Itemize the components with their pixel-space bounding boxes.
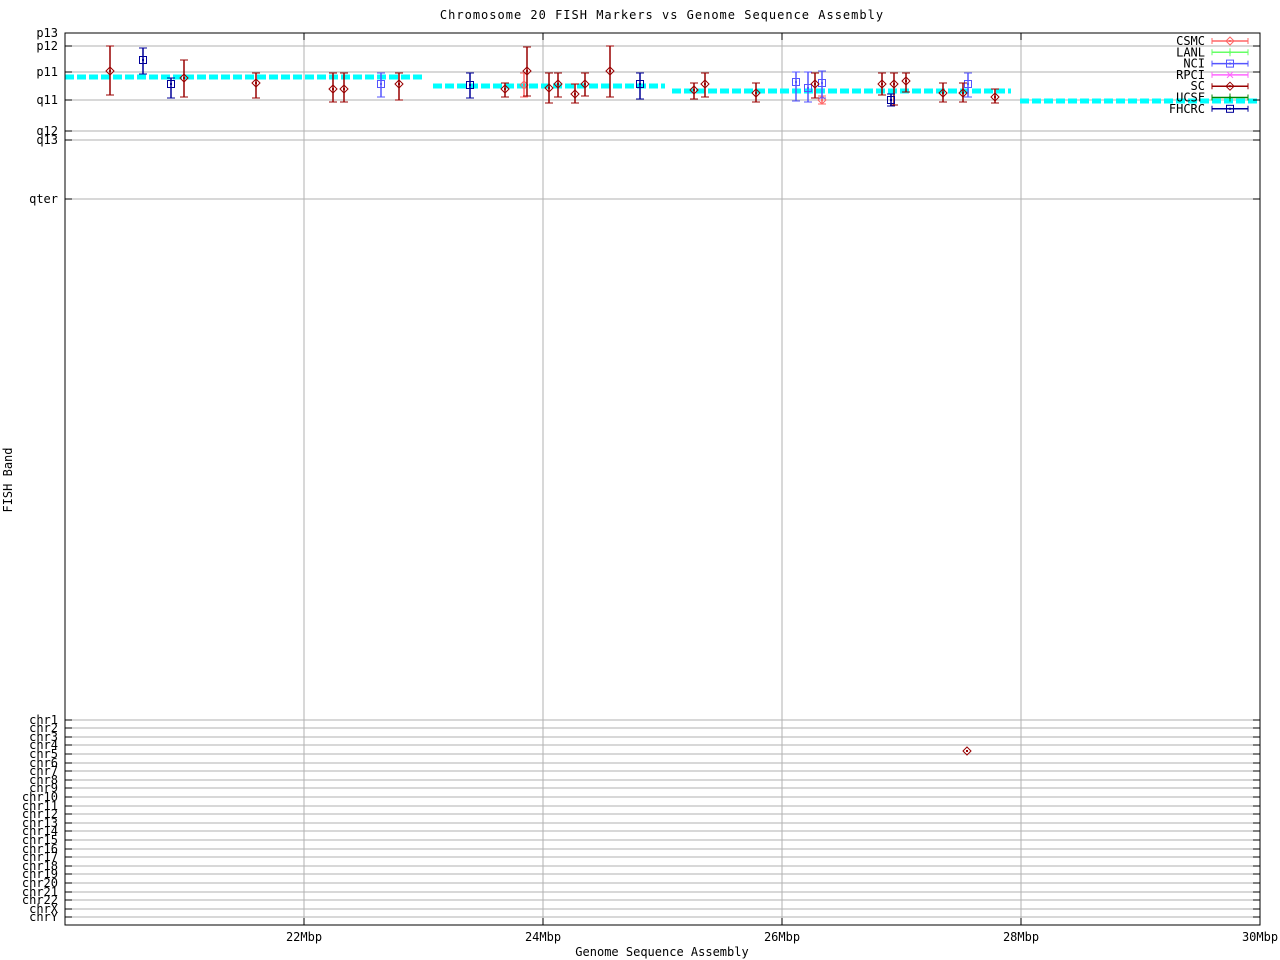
point-SC-12-marker-dot xyxy=(584,83,586,85)
point-FHCRC-3-marker-dot xyxy=(469,84,471,86)
point-SC-16-marker-dot xyxy=(755,92,757,94)
plot-frame xyxy=(65,33,1260,925)
point-NCI-4-marker-dot xyxy=(821,82,823,84)
legend-marker-LANL-dot xyxy=(1229,51,1231,53)
ytick-label-q11: q11 xyxy=(36,93,58,107)
point-SC-17-marker-dot xyxy=(814,83,816,85)
ytick-label-chrY: chrY xyxy=(29,910,59,924)
point-SC-1-marker-dot xyxy=(109,70,111,72)
ytick-label-p12: p12 xyxy=(36,39,58,53)
chart-title: Chromosome 20 FISH Markers vs Genome Seq… xyxy=(440,8,884,22)
point-SC-21-marker-dot xyxy=(942,92,944,94)
point-SC-24-marker-dot xyxy=(966,750,968,752)
y-axis-title: FISH Band xyxy=(1,447,15,512)
legend-label-FHCRC: FHCRC xyxy=(1169,102,1205,116)
ytick-label-q13: q13 xyxy=(36,133,58,147)
point-SC-18-marker-dot xyxy=(881,83,883,85)
point-FHCRC-4-marker-dot xyxy=(639,83,641,85)
point-NCI-2-marker-dot xyxy=(795,81,797,83)
point-SC-5-marker-dot xyxy=(343,88,345,90)
point-CSMC-2-marker-dot xyxy=(821,99,823,101)
point-SC-19-marker-dot xyxy=(893,83,895,85)
point-SC-7-marker-dot xyxy=(504,88,506,90)
point-SC-9-marker-dot xyxy=(548,87,550,89)
legend-marker-NCI-dot xyxy=(1229,63,1231,65)
point-FHCRC-5-marker-dot xyxy=(890,99,892,101)
legend-marker-SC-dot xyxy=(1229,85,1231,87)
xtick-label-30Mbp: 30Mbp xyxy=(1242,930,1278,944)
fish-marker-plot-page: p13p12p11q11q12q13qterchr1chr2chr3chr4ch… xyxy=(0,0,1280,960)
point-CSMC-1-marker-dot xyxy=(523,84,525,86)
ytick-label-p13: p13 xyxy=(36,26,58,40)
point-FHCRC-1-marker-dot xyxy=(142,59,144,61)
point-NCI-1-marker-dot xyxy=(380,83,382,85)
point-SC-6-marker-dot xyxy=(398,83,400,85)
point-SC-3-marker-dot xyxy=(255,82,257,84)
point-SC-4-marker-dot xyxy=(332,88,334,90)
point-SC-22-marker-dot xyxy=(962,92,964,94)
point-SC-2-marker-dot xyxy=(183,77,185,79)
point-SC-23-marker-dot xyxy=(994,96,996,98)
point-SC-20-marker-dot xyxy=(905,80,907,82)
xtick-label-24Mbp: 24Mbp xyxy=(525,930,561,944)
xtick-label-28Mbp: 28Mbp xyxy=(1003,930,1039,944)
point-SC-8-marker-dot xyxy=(526,70,528,72)
legend-marker-RPCI-dot xyxy=(1229,74,1231,76)
ytick-label-qter: qter xyxy=(29,192,58,206)
xtick-label-22Mbp: 22Mbp xyxy=(286,930,322,944)
point-SC-11-marker-dot xyxy=(574,93,576,95)
x-axis-title: Genome Sequence Assembly xyxy=(575,945,748,959)
point-NCI-3-marker-dot xyxy=(807,87,809,89)
point-SC-13-marker-dot xyxy=(609,70,611,72)
legend-marker-CSMC-dot xyxy=(1229,40,1231,42)
point-NCI-5-marker-dot xyxy=(967,83,969,85)
ytick-label-p11: p11 xyxy=(36,65,58,79)
xtick-label-26Mbp: 26Mbp xyxy=(764,930,800,944)
point-SC-10-marker-dot xyxy=(557,83,559,85)
point-FHCRC-2-marker-dot xyxy=(170,83,172,85)
point-SC-14-marker-dot xyxy=(693,89,695,91)
point-SC-15-marker-dot xyxy=(704,83,706,85)
legend-marker-UCSF-dot xyxy=(1229,97,1231,99)
chart-canvas: p13p12p11q11q12q13qterchr1chr2chr3chr4ch… xyxy=(0,0,1280,960)
legend-marker-FHCRC-dot xyxy=(1229,108,1231,110)
